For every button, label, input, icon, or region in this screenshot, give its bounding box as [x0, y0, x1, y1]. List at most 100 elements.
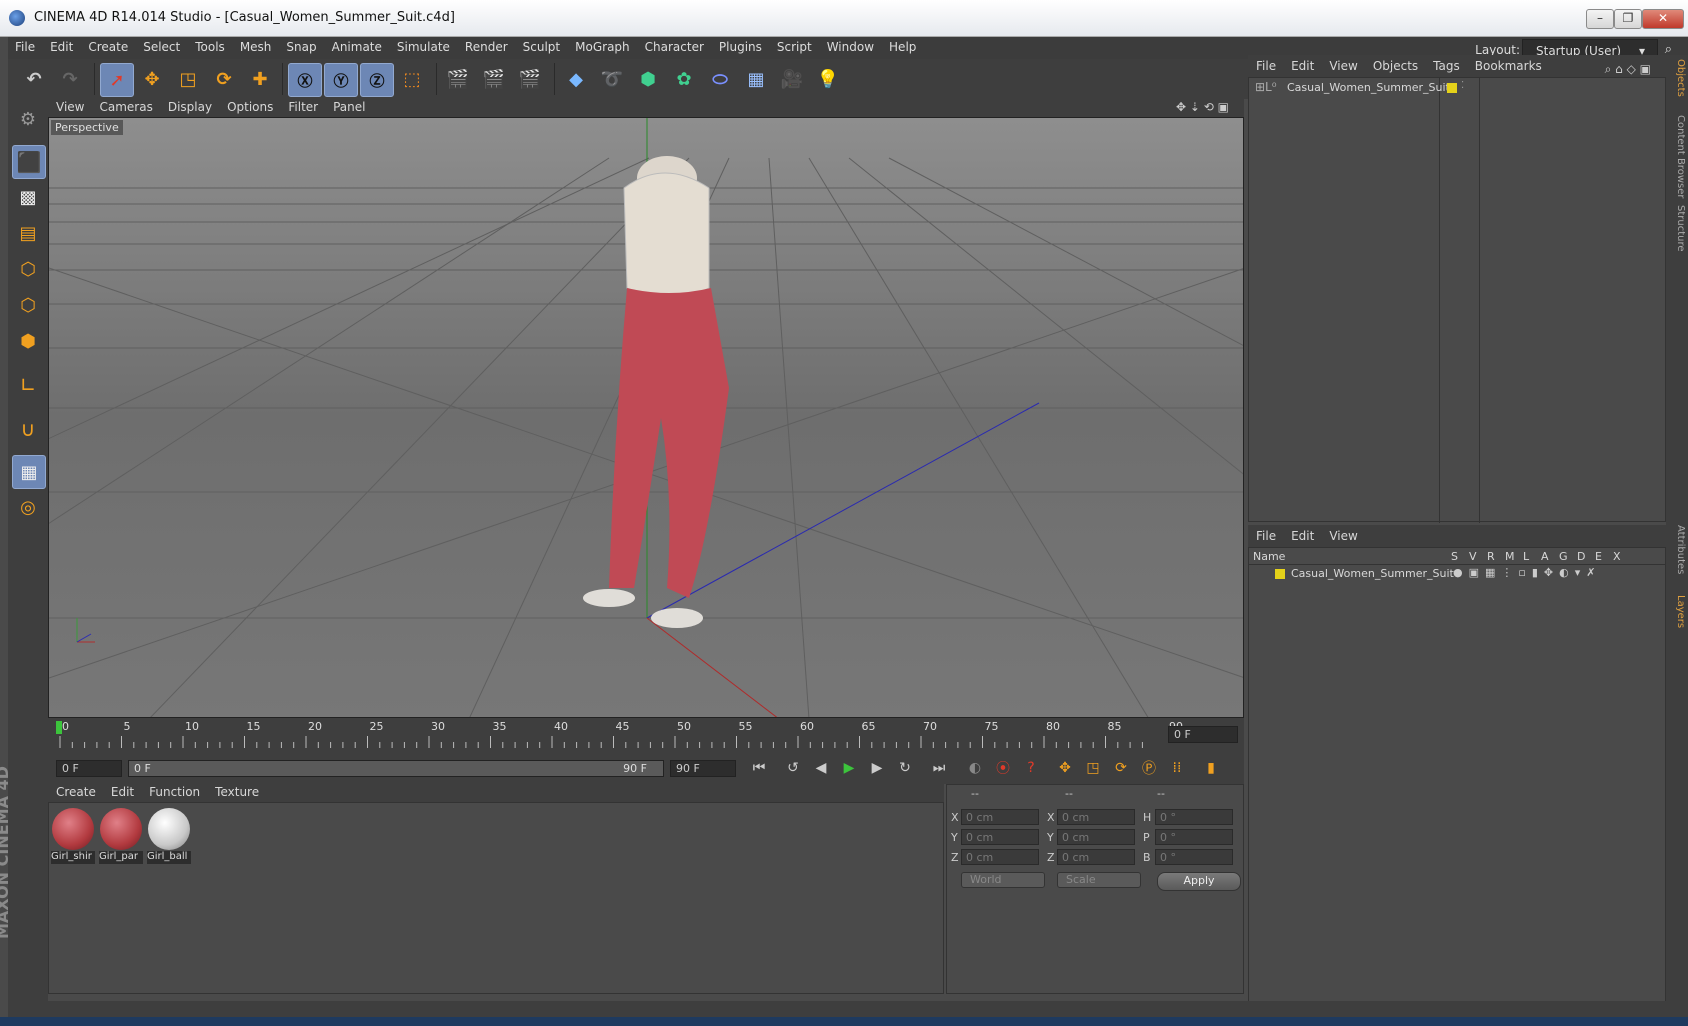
x-axis-lock-icon[interactable]: Ⓧ — [288, 63, 322, 97]
texture-mode-icon[interactable]: ▩ — [12, 181, 44, 213]
object-menu-file[interactable]: File — [1248, 55, 1283, 73]
menu-character[interactable]: Character — [638, 37, 712, 54]
rotate-icon[interactable]: ⟳ — [208, 63, 240, 95]
layer-row[interactable]: Casual_Women_Summer_Suit ●▣▦⋮▫▮✥◐▾✗ — [1253, 566, 1663, 582]
coordinate-system-icon[interactable]: ⬚ — [396, 63, 428, 95]
tab-structure[interactable]: Structure — [1668, 205, 1686, 252]
help-key-icon[interactable]: ? — [1018, 756, 1044, 780]
menu-script[interactable]: Script — [770, 37, 820, 54]
viewport-menu-display[interactable]: Display — [160, 99, 219, 114]
cube-icon[interactable]: ◆ — [560, 63, 592, 95]
previous-frame-icon[interactable]: ◀ — [808, 756, 834, 780]
layer-menu-edit[interactable]: Edit — [1283, 525, 1321, 543]
redo-icon[interactable]: ↷ — [54, 63, 86, 95]
play-icon[interactable]: ▶ — [836, 756, 862, 780]
go-to-end-icon[interactable]: ⏭ — [926, 756, 952, 780]
layer-flag-icons[interactable]: ●▣▦⋮▫▮✥◐▾✗ — [1453, 566, 1601, 579]
playhead-marker[interactable] — [56, 721, 62, 734]
menu-help[interactable]: Help — [882, 37, 924, 54]
viewport-menu-options[interactable]: Options — [219, 99, 280, 114]
size-y-field[interactable]: 0 cm — [1057, 829, 1135, 845]
menu-select[interactable]: Select — [136, 37, 188, 54]
render-settings-icon[interactable]: 🎬 — [514, 63, 546, 95]
menu-tools[interactable]: Tools — [188, 37, 233, 54]
material-menu-edit[interactable]: Edit — [103, 784, 141, 799]
material-menu-create[interactable]: Create — [48, 784, 103, 799]
move-icon[interactable]: ✥ — [136, 63, 168, 95]
object-manager-nav-icons[interactable]: ⌕ ⌂ ◇ ▣ — [1597, 58, 1658, 77]
camera-icon[interactable]: 🎥 — [776, 63, 808, 95]
z-axis-lock-icon[interactable]: Ⓩ — [360, 63, 394, 97]
floor-icon[interactable]: ▦ — [740, 63, 772, 95]
tab-layers[interactable]: Layers — [1668, 595, 1686, 628]
maximize-button[interactable]: ❐ — [1614, 9, 1642, 29]
previous-key-icon[interactable]: ↺ — [780, 756, 806, 780]
rotation-p-field[interactable]: 0 ° — [1155, 829, 1233, 845]
menu-mograph[interactable]: MoGraph — [568, 37, 638, 54]
layer-menu-file[interactable]: File — [1248, 525, 1283, 543]
y-axis-lock-icon[interactable]: Ⓨ — [324, 63, 358, 97]
size-mode-dropdown[interactable]: Scale — [1057, 872, 1141, 888]
perspective-viewport[interactable]: Perspective — [48, 117, 1244, 718]
menu-file[interactable]: File — [8, 37, 43, 54]
timeline-ruler[interactable]: 051015202530354045505560657075808590 0 F — [48, 718, 1244, 752]
key-rotation-icon[interactable]: ⟳ — [1108, 756, 1134, 780]
object-menu-edit[interactable]: Edit — [1283, 55, 1321, 73]
menu-mesh[interactable]: Mesh — [233, 37, 280, 54]
workplane-icon[interactable]: ▤ — [12, 217, 44, 249]
material-menu-function[interactable]: Function — [141, 784, 207, 799]
viewport-menu-cameras[interactable]: Cameras — [91, 99, 159, 114]
render-picture-viewer-icon[interactable]: 🎬 — [478, 63, 510, 95]
menu-render[interactable]: Render — [458, 37, 516, 54]
edges-mode-icon[interactable]: ⬡ — [12, 289, 44, 321]
visibility-dots-icon[interactable]: ⁚ — [1461, 80, 1464, 91]
points-mode-icon[interactable]: ⬡ — [12, 253, 44, 285]
tab-content-browser[interactable]: Content Browser — [1668, 115, 1686, 198]
scale-icon[interactable]: ◳ — [172, 63, 204, 95]
apply-button[interactable]: Apply — [1157, 872, 1241, 891]
minimize-button[interactable]: – — [1586, 9, 1614, 29]
object-menu-objects[interactable]: Objects — [1365, 55, 1425, 73]
viewport-menu-filter[interactable]: Filter — [280, 99, 325, 114]
render-view-icon[interactable]: 🎬 — [442, 63, 474, 95]
object-menu-view[interactable]: View — [1321, 55, 1364, 73]
viewport-menu-panel[interactable]: Panel — [325, 99, 372, 114]
create-icon[interactable]: ✚ — [244, 63, 276, 95]
current-frame-field[interactable]: 0 F — [1168, 726, 1238, 743]
live-selection-icon[interactable]: ➚ — [100, 63, 134, 97]
light-icon[interactable]: 💡 — [812, 63, 844, 95]
viewport-menu-view[interactable]: View — [48, 99, 91, 114]
menu-animate[interactable]: Animate — [325, 37, 390, 54]
polygons-mode-icon[interactable]: ⬢ — [12, 325, 44, 357]
array-icon[interactable]: ✿ — [668, 63, 700, 95]
material-swatch[interactable]: Girl_par — [99, 807, 143, 865]
viewport-nav-icons[interactable]: ✥ ⇣ ⟲ ▣ — [1168, 99, 1236, 114]
rotation-b-field[interactable]: 0 ° — [1155, 849, 1233, 865]
position-x-field[interactable]: 0 cm — [961, 809, 1039, 825]
material-swatch[interactable]: Girl_ball — [147, 807, 191, 865]
nurbs-icon[interactable]: ⬢ — [632, 63, 664, 95]
position-y-field[interactable]: 0 cm — [961, 829, 1039, 845]
axis-mode-icon[interactable]: ∟ — [12, 369, 44, 401]
layer-color-swatch[interactable] — [1447, 83, 1457, 93]
key-position-icon[interactable]: ✥ — [1052, 756, 1078, 780]
next-frame-icon[interactable]: ▶ — [864, 756, 890, 780]
menu-sculpt[interactable]: Sculpt — [516, 37, 568, 54]
record-icon[interactable]: ⦿ — [990, 756, 1016, 780]
size-z-field[interactable]: 0 cm — [1057, 849, 1135, 865]
make-editable-icon[interactable]: ⚙ — [12, 103, 44, 135]
object-row[interactable]: ⊞L⁰ Casual_Women_Summer_Suit ⁚ — [1253, 80, 1663, 96]
object-menu-tags[interactable]: Tags — [1425, 55, 1467, 73]
key-pla-icon[interactable]: ⁞⁞ — [1164, 756, 1190, 780]
key-scale-icon[interactable]: ◳ — [1080, 756, 1106, 780]
autokey-icon[interactable]: ◐ — [962, 756, 988, 780]
deformer-icon[interactable]: ⬭ — [704, 63, 736, 95]
rotation-h-field[interactable]: 0 ° — [1155, 809, 1233, 825]
tab-objects[interactable]: Objects — [1668, 59, 1686, 97]
menu-simulate[interactable]: Simulate — [390, 37, 458, 54]
position-z-field[interactable]: 0 cm — [961, 849, 1039, 865]
material-menu-texture[interactable]: Texture — [207, 784, 266, 799]
material-swatch[interactable]: Girl_shir — [51, 807, 95, 865]
model-mode-icon[interactable]: ⬛ — [12, 145, 46, 179]
spline-icon[interactable]: ➰ — [596, 63, 628, 95]
